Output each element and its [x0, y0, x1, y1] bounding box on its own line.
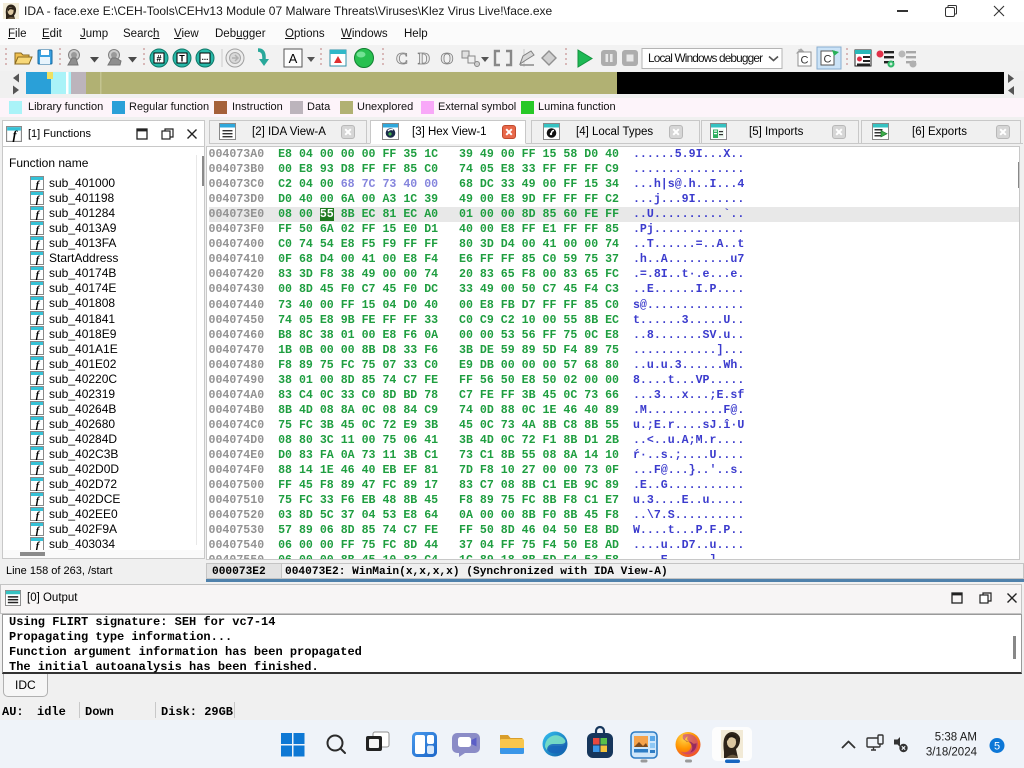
svg-text:T: T [179, 54, 185, 64]
svg-text:C: C [396, 49, 408, 68]
svg-text:O: O [440, 49, 453, 68]
svg-text:3/18/2024: 3/18/2024 [926, 747, 978, 759]
svg-text:C: C [801, 55, 809, 67]
svg-text:5:38 AM: 5:38 AM [935, 732, 977, 744]
svg-text:5: 5 [994, 741, 1000, 753]
svg-text:C: C [824, 54, 832, 66]
svg-text:...: ... [202, 53, 209, 62]
svg-text:Local Windows debugger: Local Windows debugger [648, 51, 763, 65]
svg-text:D: D [418, 49, 430, 68]
svg-text:A: A [289, 51, 298, 66]
svg-text:#: # [156, 54, 161, 64]
